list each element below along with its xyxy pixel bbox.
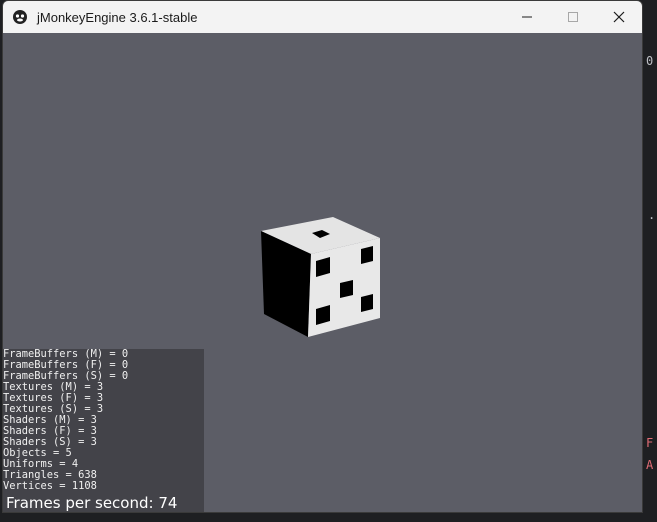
render-viewport[interactable]: FrameBuffers (M) = 0 FrameBuffers (F) = …: [3, 33, 642, 512]
background-text: A: [646, 458, 654, 472]
maximize-icon: [568, 12, 578, 22]
maximize-button[interactable]: [550, 1, 596, 33]
fps-counter: Frames per second: 74: [6, 494, 178, 512]
app-window: jMonkeyEngine 3.6.1-stable FrameBuffers …: [2, 0, 643, 513]
dice-cube: [261, 217, 380, 337]
die-pip: [361, 246, 373, 264]
minimize-icon: [522, 12, 532, 22]
minimize-button[interactable]: [504, 1, 550, 33]
app-icon: [12, 9, 28, 25]
stat-line: Vertices = 1108: [3, 480, 97, 492]
background-text: 0: [646, 54, 654, 68]
die-pip: [340, 280, 353, 298]
die-pip: [361, 294, 373, 312]
stats-panel: FrameBuffers (M) = 0 FrameBuffers (F) = …: [3, 349, 204, 512]
close-button[interactable]: [596, 1, 642, 33]
title-bar[interactable]: jMonkeyEngine 3.6.1-stable: [3, 1, 642, 33]
window-title: jMonkeyEngine 3.6.1-stable: [37, 9, 198, 25]
window-controls: [504, 1, 642, 33]
close-icon: [613, 11, 625, 23]
background-text: F: [646, 436, 654, 450]
background-text: .: [648, 208, 656, 222]
